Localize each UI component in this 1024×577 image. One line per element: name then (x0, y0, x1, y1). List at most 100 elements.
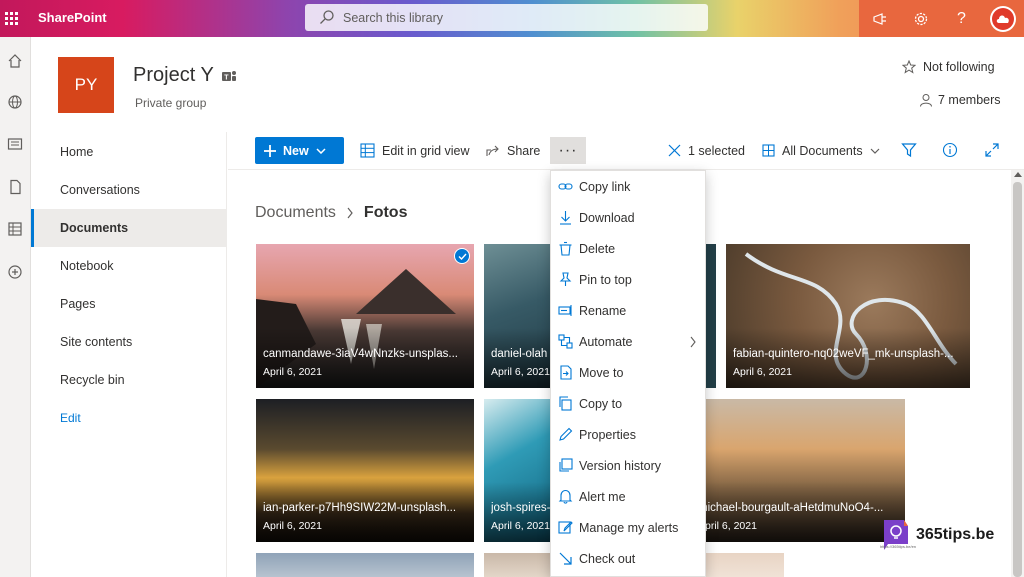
chevron-right-icon (347, 207, 353, 219)
menu-item-version-history[interactable]: Version history (551, 450, 705, 481)
sites-rail-button[interactable] (3, 90, 27, 114)
automate-icon (558, 334, 573, 349)
site-navigation: Home Conversations Documents Notebook Pa… (31, 132, 227, 577)
follow-button[interactable]: Not following (902, 60, 995, 74)
menu-item-delete[interactable]: Delete (551, 233, 705, 264)
home-rail-button[interactable] (3, 49, 27, 73)
more-actions-button[interactable]: ··· (550, 137, 586, 164)
tile-file-name: josh-spires- (491, 502, 550, 514)
search-input[interactable]: Search this library (305, 4, 708, 31)
account-button[interactable] (982, 0, 1023, 37)
follow-label: Not following (923, 60, 995, 74)
scroll-up-arrow-icon[interactable] (1014, 172, 1022, 177)
tile-file-name: daniel-olah (491, 348, 548, 360)
menu-item-label: Alert me (579, 489, 626, 504)
photo-tile[interactable]: canmandawe-3iaV4wNnzks-unsplas... April … (256, 244, 474, 388)
globe-icon (8, 95, 22, 109)
photo-tile[interactable] (256, 553, 474, 577)
menu-item-label: Rename (579, 303, 627, 318)
settings-button[interactable] (900, 0, 941, 37)
edit-grid-view-label: Edit in grid view (382, 143, 470, 158)
edit-icon (559, 427, 573, 441)
tile-file-name: ian-parker-p7Hh9SIW22M-unsplash... (263, 502, 457, 514)
app-rail (0, 37, 31, 577)
create-rail-button[interactable] (3, 260, 27, 284)
command-bar: New Edit in grid view Share ··· 1 select… (228, 132, 1024, 170)
expand-icon[interactable] (984, 142, 1000, 158)
menu-item-move-to[interactable]: Move to (551, 357, 705, 388)
menu-item-rename[interactable]: Rename (551, 295, 705, 326)
nav-item-site-contents[interactable]: Site contents (31, 323, 226, 361)
photo-tile[interactable]: daniel-olah April 6, 2021 (484, 244, 550, 388)
tile-date: April 6, 2021 (263, 366, 322, 378)
menu-item-copy-to[interactable]: Copy to (551, 388, 705, 419)
nav-item-pages[interactable]: Pages (31, 285, 226, 323)
pin-icon (559, 272, 572, 286)
tile-file-name: michael-bourgault-aHetdmuNoO4-... (698, 502, 884, 514)
photo-tile-edge (706, 244, 716, 388)
menu-item-automate[interactable]: Automate (551, 326, 705, 357)
teams-icon[interactable]: T (221, 68, 237, 84)
breadcrumb-documents[interactable]: Documents (255, 204, 336, 222)
menu-item-alert-me[interactable]: Alert me (551, 481, 705, 512)
menu-item-download[interactable]: Download (551, 202, 705, 233)
watermark-brand: 365tips.be (916, 526, 995, 543)
selected-check-icon[interactable] (454, 248, 470, 264)
search-icon (320, 10, 334, 24)
site-title[interactable]: Project Y (133, 64, 214, 87)
add-circle-icon (8, 265, 22, 279)
nav-item-notebook[interactable]: Notebook (31, 247, 226, 285)
lists-rail-button[interactable] (3, 217, 27, 241)
new-button[interactable]: New (255, 137, 344, 164)
help-button[interactable]: ? (941, 0, 982, 37)
nav-edit-link[interactable]: Edit (31, 399, 226, 437)
photo-tile[interactable]: fabian-quintero-nq02weVF_mk-unsplash-...… (726, 244, 970, 388)
nav-item-recycle-bin[interactable]: Recycle bin (31, 361, 226, 399)
info-icon[interactable] (942, 142, 958, 158)
nav-item-documents[interactable]: Documents (31, 209, 226, 247)
feedback-button[interactable] (859, 0, 900, 37)
menu-item-pin-to-top[interactable]: Pin to top (551, 264, 705, 295)
photo-tile[interactable] (706, 553, 784, 577)
menu-item-label: Copy link (579, 179, 631, 194)
delete-icon (559, 241, 572, 256)
photo-tile[interactable]: michael-bourgault-aHetdmuNoO4-... April … (696, 399, 905, 542)
menu-item-label: Download (579, 210, 635, 225)
chevron-down-icon (870, 148, 880, 154)
menu-item-label: Pin to top (579, 272, 632, 287)
photo-tile[interactable] (484, 553, 550, 577)
photo-tile[interactable]: ian-parker-p7Hh9SIW22M-unsplash... April… (256, 399, 474, 542)
app-launcher-button[interactable] (0, 0, 22, 37)
share-label: Share (507, 143, 541, 158)
plus-icon (264, 144, 276, 157)
clear-selection-button[interactable]: 1 selected (668, 137, 745, 164)
news-rail-button[interactable] (3, 132, 27, 156)
menu-item-label: Version history (579, 458, 661, 473)
download-icon (560, 211, 571, 225)
view-switcher[interactable]: All Documents (762, 137, 880, 164)
suite-bar: SharePoint Search this library ? (0, 0, 1024, 37)
members-button[interactable]: 7 members (919, 93, 1001, 107)
menu-item-check-out[interactable]: Check out (551, 543, 705, 574)
filter-icon[interactable] (901, 142, 917, 158)
menu-item-manage-my-alerts[interactable]: Manage my alerts (551, 512, 705, 543)
news-icon (7, 138, 23, 150)
nav-item-home[interactable]: Home (31, 133, 226, 171)
tile-date: April 6, 2021 (263, 520, 322, 532)
tile-date: April 6, 2021 (491, 520, 550, 532)
site-logo[interactable]: PY (58, 57, 114, 113)
nav-item-conversations[interactable]: Conversations (31, 171, 226, 209)
files-rail-button[interactable] (3, 175, 27, 199)
edit-grid-view-button[interactable]: Edit in grid view (360, 137, 470, 164)
menu-item-copy-link[interactable]: Copy link (551, 171, 705, 202)
tile-file-name: canmandawe-3iaV4wNnzks-unsplas... (263, 348, 458, 360)
app-name[interactable]: SharePoint (38, 10, 107, 25)
new-label: New (283, 143, 309, 158)
scroll-thumb[interactable] (1013, 182, 1022, 577)
share-button[interactable]: Share (485, 137, 540, 164)
menu-item-properties[interactable]: Properties (551, 419, 705, 450)
watermark-tagline: https://365tips.be/en (880, 544, 917, 549)
scrollbar[interactable] (1011, 170, 1024, 577)
checkout-icon (559, 552, 572, 565)
photo-tile[interactable]: josh-spires- April 6, 2021 (484, 399, 550, 542)
